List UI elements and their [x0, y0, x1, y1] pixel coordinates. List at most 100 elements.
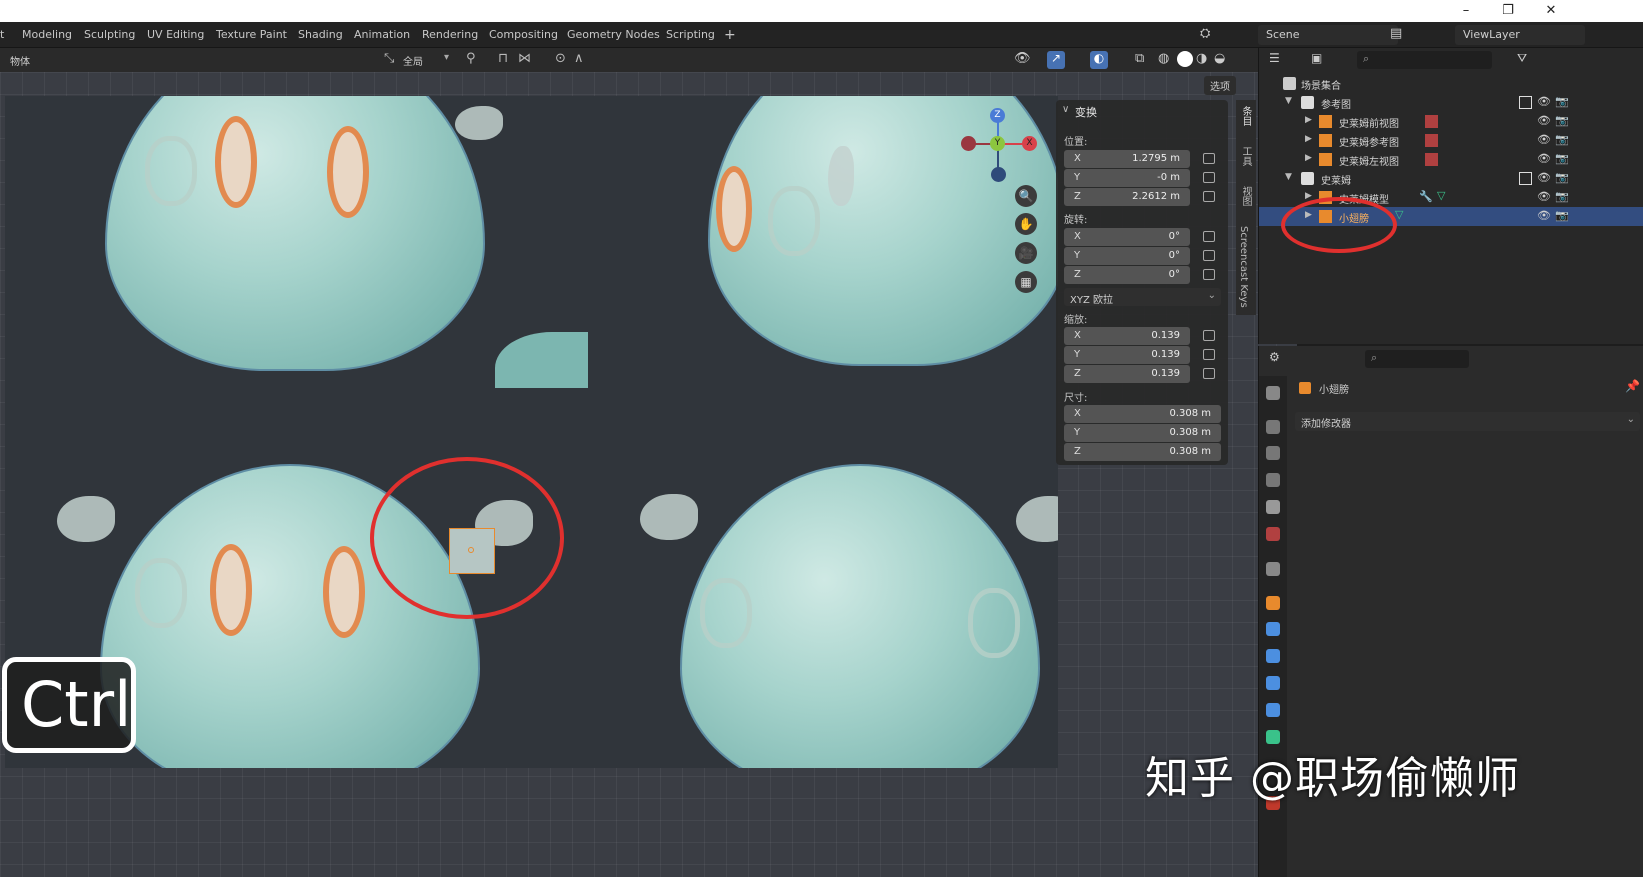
world-tab-icon[interactable] — [1266, 527, 1280, 541]
object-tab-icon[interactable] — [1266, 596, 1280, 610]
lock-icon[interactable] — [1203, 368, 1215, 379]
outliner-row-image[interactable]: ▶ 史莱姆参考图 👁 📷 — [1259, 131, 1643, 150]
tool-tab-icon[interactable] — [1266, 386, 1280, 400]
pivot-icon[interactable]: ⚲ — [466, 51, 476, 66]
lock-icon[interactable] — [1203, 269, 1215, 280]
gizmo-x-axis[interactable]: X — [1022, 136, 1037, 151]
mode-label[interactable]: 物体 — [10, 53, 30, 68]
properties-search-input[interactable]: ⌕ — [1365, 350, 1469, 368]
editor-type-icon[interactable]: ⚙ — [1269, 350, 1280, 364]
tab-screencast-keys[interactable]: Screencast Keys — [1238, 226, 1249, 308]
visibility-icon[interactable]: 👁 — [1014, 51, 1031, 66]
rotation-x-field[interactable]: X 0° — [1064, 228, 1190, 246]
tab-geometry-nodes[interactable]: Geometry Nodes — [561, 26, 666, 44]
expand-arrow-icon[interactable]: ▼ — [1285, 96, 1292, 106]
lock-icon[interactable] — [1203, 172, 1215, 183]
maximize-icon[interactable]: ❐ — [1497, 2, 1519, 20]
dimensions-x-field[interactable]: X 0.308 m — [1064, 405, 1221, 423]
render-tab-icon[interactable] — [1266, 420, 1280, 434]
outliner-row-collection[interactable]: ▼ 参考图 👁 📷 — [1259, 93, 1643, 112]
viewlayer-field[interactable]: ViewLayer — [1455, 25, 1585, 45]
overlay-toggle-icon[interactable]: ◐ — [1090, 51, 1108, 69]
physics-tab-icon[interactable] — [1266, 676, 1280, 690]
minimize-icon[interactable]: – — [1455, 2, 1477, 20]
outliner-search-input[interactable]: ⌕ — [1357, 51, 1492, 69]
scale-y-field[interactable]: Y 0.139 — [1064, 346, 1190, 364]
modifier-tab-icon[interactable] — [1266, 622, 1280, 636]
eye-icon[interactable]: 👁 — [1537, 152, 1551, 165]
checkbox-icon[interactable] — [1519, 172, 1532, 185]
tab-layout[interactable]: t — [0, 26, 10, 44]
scene-field[interactable]: Scene — [1258, 25, 1398, 45]
lock-icon[interactable] — [1203, 191, 1215, 202]
scale-x-field[interactable]: X 0.139 — [1064, 327, 1190, 345]
output-tab-icon[interactable] — [1266, 446, 1280, 460]
viewlayer-icon[interactable]: ▤ — [1390, 26, 1408, 44]
filter-icon[interactable]: ⛛ — [1517, 51, 1527, 66]
camera-icon[interactable]: 📷 — [1555, 209, 1569, 222]
expand-arrow-icon[interactable]: ▶ — [1305, 115, 1312, 125]
proportional-edit-icon[interactable]: ⊙ — [555, 51, 566, 66]
options-dropdown[interactable]: 选项 — [1204, 76, 1236, 95]
particles-tab-icon[interactable] — [1266, 649, 1280, 663]
snap-target-icon[interactable]: ⋈ — [518, 51, 531, 66]
chevron-down-icon[interactable]: ∨ — [1062, 104, 1069, 115]
dimensions-z-field[interactable]: Z 0.308 m — [1064, 443, 1221, 461]
navigation-gizmo[interactable]: Z Y X — [960, 108, 1040, 188]
lock-icon[interactable] — [1203, 231, 1215, 242]
pan-hand-icon[interactable]: ✋ — [1015, 213, 1037, 235]
outliner-row-image[interactable]: ▶ 史莱姆前视图 👁 📷 — [1259, 112, 1643, 131]
dimensions-y-field[interactable]: Y 0.308 m — [1064, 424, 1221, 442]
expand-arrow-icon[interactable]: ▶ — [1305, 153, 1312, 163]
tab-uv-editing[interactable]: UV Editing — [141, 26, 210, 44]
tab-view[interactable]: 视图 — [1238, 186, 1253, 206]
scene-tab-icon[interactable] — [1266, 500, 1280, 514]
tab-scripting[interactable]: Scripting — [660, 26, 721, 44]
checkbox-icon[interactable] — [1519, 96, 1532, 109]
mesh-data-icon[interactable]: ▽ — [1395, 208, 1403, 221]
tab-item[interactable]: 条目 — [1238, 106, 1253, 126]
location-z-field[interactable]: Z 2.2612 m — [1064, 188, 1190, 206]
wireframe-shading-icon[interactable]: ◍ — [1158, 51, 1169, 66]
location-x-field[interactable]: X 1.2795 m — [1064, 150, 1190, 168]
tab-shading[interactable]: Shading — [292, 26, 349, 44]
eye-icon[interactable]: 👁 — [1537, 95, 1551, 108]
zoom-icon[interactable]: 🔍 — [1015, 185, 1037, 207]
add-modifier-button[interactable]: 添加修改器 ⌄ — [1295, 412, 1640, 431]
snap-icon[interactable]: ⊓ — [498, 51, 508, 66]
panel-title[interactable]: 变换 — [1075, 104, 1097, 120]
expand-arrow-icon[interactable]: ▼ — [1285, 172, 1292, 182]
camera-icon[interactable]: 📷 — [1555, 95, 1569, 108]
lock-icon[interactable] — [1203, 153, 1215, 164]
camera-icon[interactable]: 📷 — [1555, 133, 1569, 146]
tab-sculpting[interactable]: Sculpting — [78, 26, 141, 44]
transform-orientation-select[interactable]: 全局 — [403, 53, 423, 68]
add-workspace-button[interactable]: + — [718, 26, 742, 44]
mesh-data-icon[interactable]: ▽ — [1437, 189, 1445, 202]
constraints-tab-icon[interactable] — [1266, 703, 1280, 717]
camera-icon[interactable]: 📷 — [1555, 114, 1569, 127]
scene-selector-icon[interactable]: ⛭ — [1200, 26, 1218, 44]
collection-tab-icon[interactable] — [1266, 562, 1280, 576]
gizmo-y-axis[interactable]: Y — [990, 136, 1005, 151]
gizmo-z-axis[interactable]: Z — [990, 108, 1005, 123]
tab-tool[interactable]: 工具 — [1238, 146, 1253, 166]
camera-icon[interactable]: 📷 — [1555, 152, 1569, 165]
xray-icon[interactable]: ⧉ — [1135, 51, 1144, 66]
rotation-mode-select[interactable]: XYZ 欧拉 ⌄ — [1064, 288, 1221, 306]
tab-rendering[interactable]: Rendering — [416, 26, 484, 44]
gizmo-neg-x-axis[interactable] — [961, 136, 976, 151]
eye-icon[interactable]: 👁 — [1537, 114, 1551, 127]
scale-z-field[interactable]: Z 0.139 — [1064, 365, 1190, 383]
camera-view-icon[interactable]: 🎥 — [1015, 242, 1037, 264]
material-shading-icon[interactable]: ◑ — [1196, 51, 1207, 66]
eye-icon[interactable]: 👁 — [1537, 171, 1551, 184]
ortho-grid-icon[interactable]: ▦ — [1015, 271, 1037, 293]
outliner-row-scene-collection[interactable]: 场景集合 — [1259, 74, 1643, 93]
expand-arrow-icon[interactable]: ▶ — [1305, 134, 1312, 144]
view-layer-tab-icon[interactable] — [1266, 473, 1280, 487]
falloff-icon[interactable]: ∧ — [574, 51, 584, 66]
lock-icon[interactable] — [1203, 250, 1215, 261]
rotation-z-field[interactable]: Z 0° — [1064, 266, 1190, 284]
rendered-shading-icon[interactable]: ◒ — [1214, 51, 1225, 66]
